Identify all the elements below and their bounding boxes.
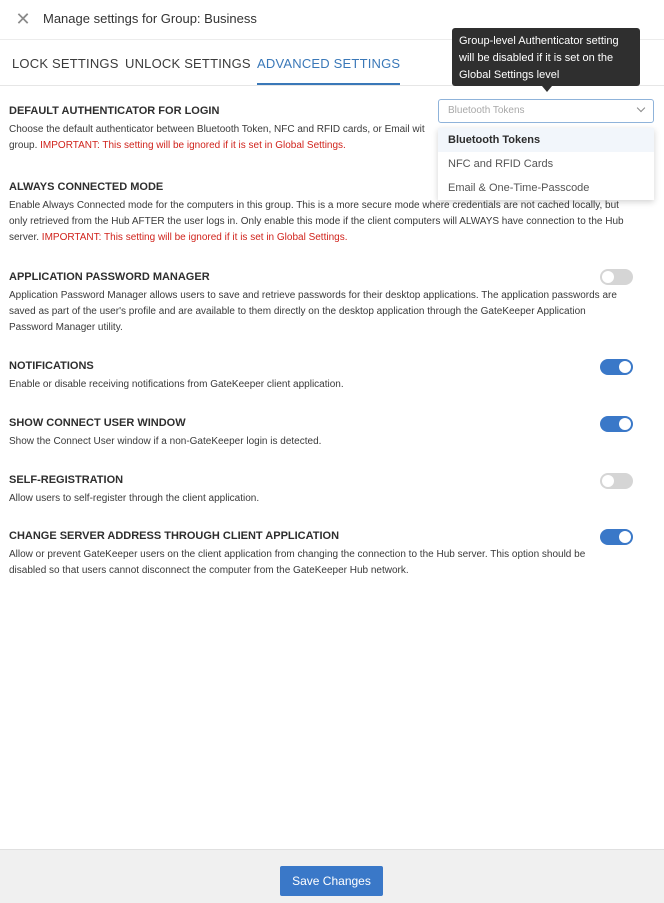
setting-description: Application Password Manager allows user… (9, 288, 649, 336)
toggle-knob (602, 475, 614, 487)
option-nfc-rfid-cards[interactable]: NFC and RFID Cards (438, 152, 654, 176)
setting-description: Enable or disable receiving notification… (9, 379, 344, 390)
setting-connect-user-window: SHOW CONNECT USER WINDOW Show the Connec… (9, 416, 649, 450)
tab-advanced-settings[interactable]: ADVANCED SETTINGS (257, 56, 401, 85)
tooltip-line: Global Settings level (459, 69, 560, 81)
dialog-title: Manage settings for Group: Business (43, 11, 257, 26)
tooltip-line: will be disabled if it is set on the (459, 52, 614, 64)
password-manager-toggle[interactable] (600, 269, 633, 285)
description-line: Password Manager utility. (9, 322, 123, 333)
toggle-knob (619, 418, 631, 430)
notifications-toggle[interactable] (600, 359, 633, 375)
description-line: Application Password Manager allows user… (9, 290, 617, 301)
tooltip-arrow (542, 86, 552, 92)
description-line: group. (9, 140, 41, 151)
dialog-footer: Save Changes (0, 849, 664, 903)
close-icon[interactable]: ✕ (14, 8, 32, 30)
warning-text: IMPORTANT: This setting will be ignored … (41, 232, 348, 243)
description-line: Choose the default authenticator between… (9, 124, 425, 135)
authenticator-select[interactable]: Bluetooth Tokens (438, 99, 654, 123)
description-line: only retrieved from the Hub AFTER the us… (9, 216, 624, 227)
setting-title: SELF-REGISTRATION (9, 474, 124, 486)
setting-description: Allow users to self-register through the… (9, 493, 260, 504)
save-changes-button[interactable]: Save Changes (280, 866, 383, 896)
setting-description: Enable Always Connected mode for the com… (9, 198, 649, 246)
authenticator-dropdown: Bluetooth Tokens NFC and RFID Cards Emai… (438, 128, 654, 200)
description-line: saved as part of the user's profile and … (9, 306, 586, 317)
setting-description: Allow or prevent GateKeeper users on the… (9, 547, 649, 579)
description-line: Allow or prevent GateKeeper users on the… (9, 549, 586, 560)
tab-unlock-settings[interactable]: UNLOCK SETTINGS (125, 56, 251, 85)
toggle-knob (602, 271, 614, 283)
description-line: server. (9, 232, 42, 243)
tab-lock-settings[interactable]: LOCK SETTINGS (12, 56, 119, 85)
option-email-otp[interactable]: Email & One-Time-Passcode (438, 176, 654, 200)
chevron-down-icon (636, 103, 646, 113)
tooltip-line: Group-level Authenticator setting (459, 35, 619, 47)
description-line: Enable Always Connected mode for the com… (9, 200, 619, 211)
connect-user-window-toggle[interactable] (600, 416, 633, 432)
setting-change-server-address: CHANGE SERVER ADDRESS THROUGH CLIENT APP… (9, 529, 649, 579)
select-value: Bluetooth Tokens (448, 105, 525, 116)
toggle-knob (619, 531, 631, 543)
toggle-knob (619, 361, 631, 373)
setting-title: NOTIFICATIONS (9, 360, 94, 372)
change-server-toggle[interactable] (600, 529, 633, 545)
authenticator-tooltip: Group-level Authenticator setting will b… (452, 28, 640, 86)
setting-self-registration: SELF-REGISTRATION Allow users to self-re… (9, 473, 649, 507)
warning-text: IMPORTANT: This setting will be ignored … (40, 140, 346, 151)
self-registration-toggle[interactable] (600, 473, 633, 489)
setting-password-manager: APPLICATION PASSWORD MANAGER Application… (9, 270, 649, 336)
setting-title: SHOW CONNECT USER WINDOW (9, 417, 186, 429)
setting-title: APPLICATION PASSWORD MANAGER (9, 271, 210, 283)
setting-notifications: NOTIFICATIONS Enable or disable receivin… (9, 359, 649, 393)
description-line: disabled so that users cannot disconnect… (9, 565, 409, 576)
setting-description: Show the Connect User window if a non-Ga… (9, 436, 322, 447)
option-bluetooth-tokens[interactable]: Bluetooth Tokens (438, 128, 654, 152)
setting-title: CHANGE SERVER ADDRESS THROUGH CLIENT APP… (9, 530, 340, 542)
